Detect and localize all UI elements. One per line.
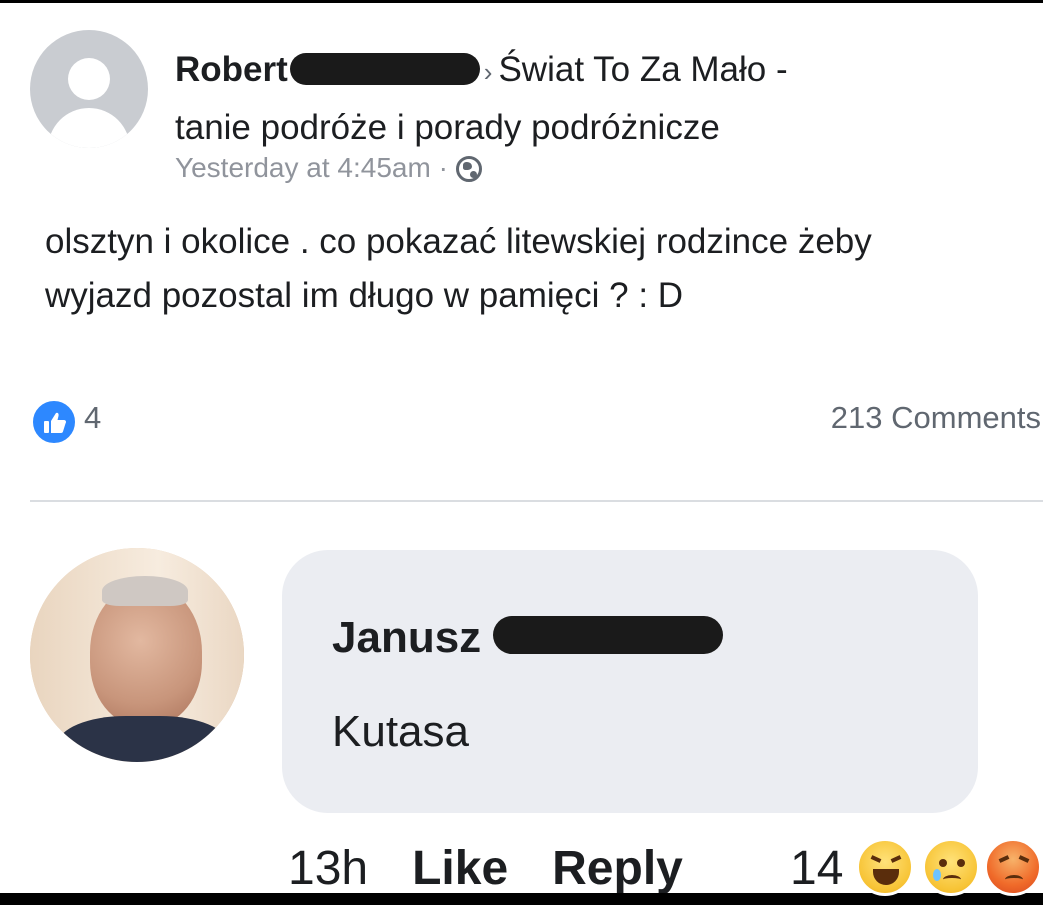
avatar-shirt: [58, 716, 228, 762]
avatar-placeholder-head: [68, 58, 110, 100]
post-body: olsztyn i okolice . co pokazać litewskie…: [45, 215, 1035, 323]
post-text-line1: olsztyn i okolice . co pokazać litewskie…: [45, 222, 872, 261]
commenter-avatar[interactable]: [30, 548, 244, 762]
divider: [30, 500, 1043, 502]
top-border: [0, 0, 1043, 3]
sad-icon: [922, 838, 980, 896]
post-header: Robert › Świat To Za Mało - tanie podróże …: [175, 42, 1015, 156]
commenter-name-row: Janusz: [332, 608, 724, 668]
avatar-hair: [102, 576, 188, 606]
reply-button[interactable]: Reply: [552, 842, 683, 895]
angry-icon: [984, 838, 1042, 896]
comment-actions: 13h Like Reply: [288, 838, 727, 900]
avatar-placeholder-body: [48, 108, 130, 148]
comment-reaction-count[interactable]: 14: [790, 838, 843, 900]
haha-icon: [856, 838, 914, 896]
post-text-line2: wyjazd pozostal im długo w pamięci ? : D: [45, 276, 684, 315]
comment-text: Kutasa: [332, 707, 469, 756]
comments-count[interactable]: 213 Comments: [831, 398, 1041, 438]
post-meta: Yesterday at 4:45am ·: [175, 150, 482, 186]
comment-time[interactable]: 13h: [288, 842, 368, 895]
redaction-bar: [289, 53, 480, 85]
redaction-bar: [493, 616, 724, 654]
group-name-line1[interactable]: Świat To Za Mało -: [498, 50, 787, 89]
chevron-right-icon: ›: [483, 57, 493, 87]
thumbs-up-icon[interactable]: [30, 398, 78, 446]
commenter-name[interactable]: Janusz: [332, 613, 481, 662]
post-timestamp[interactable]: Yesterday at 4:45am ·: [175, 152, 448, 183]
author-avatar[interactable]: [30, 30, 148, 148]
group-name-line2[interactable]: tanie podróże i porady podróżnicze: [175, 108, 720, 147]
like-button[interactable]: Like: [412, 842, 508, 895]
globe-icon: [455, 156, 482, 182]
post-author-name[interactable]: Robert: [175, 50, 288, 89]
like-count[interactable]: 4: [84, 398, 101, 438]
comment-bubble: [282, 550, 978, 813]
